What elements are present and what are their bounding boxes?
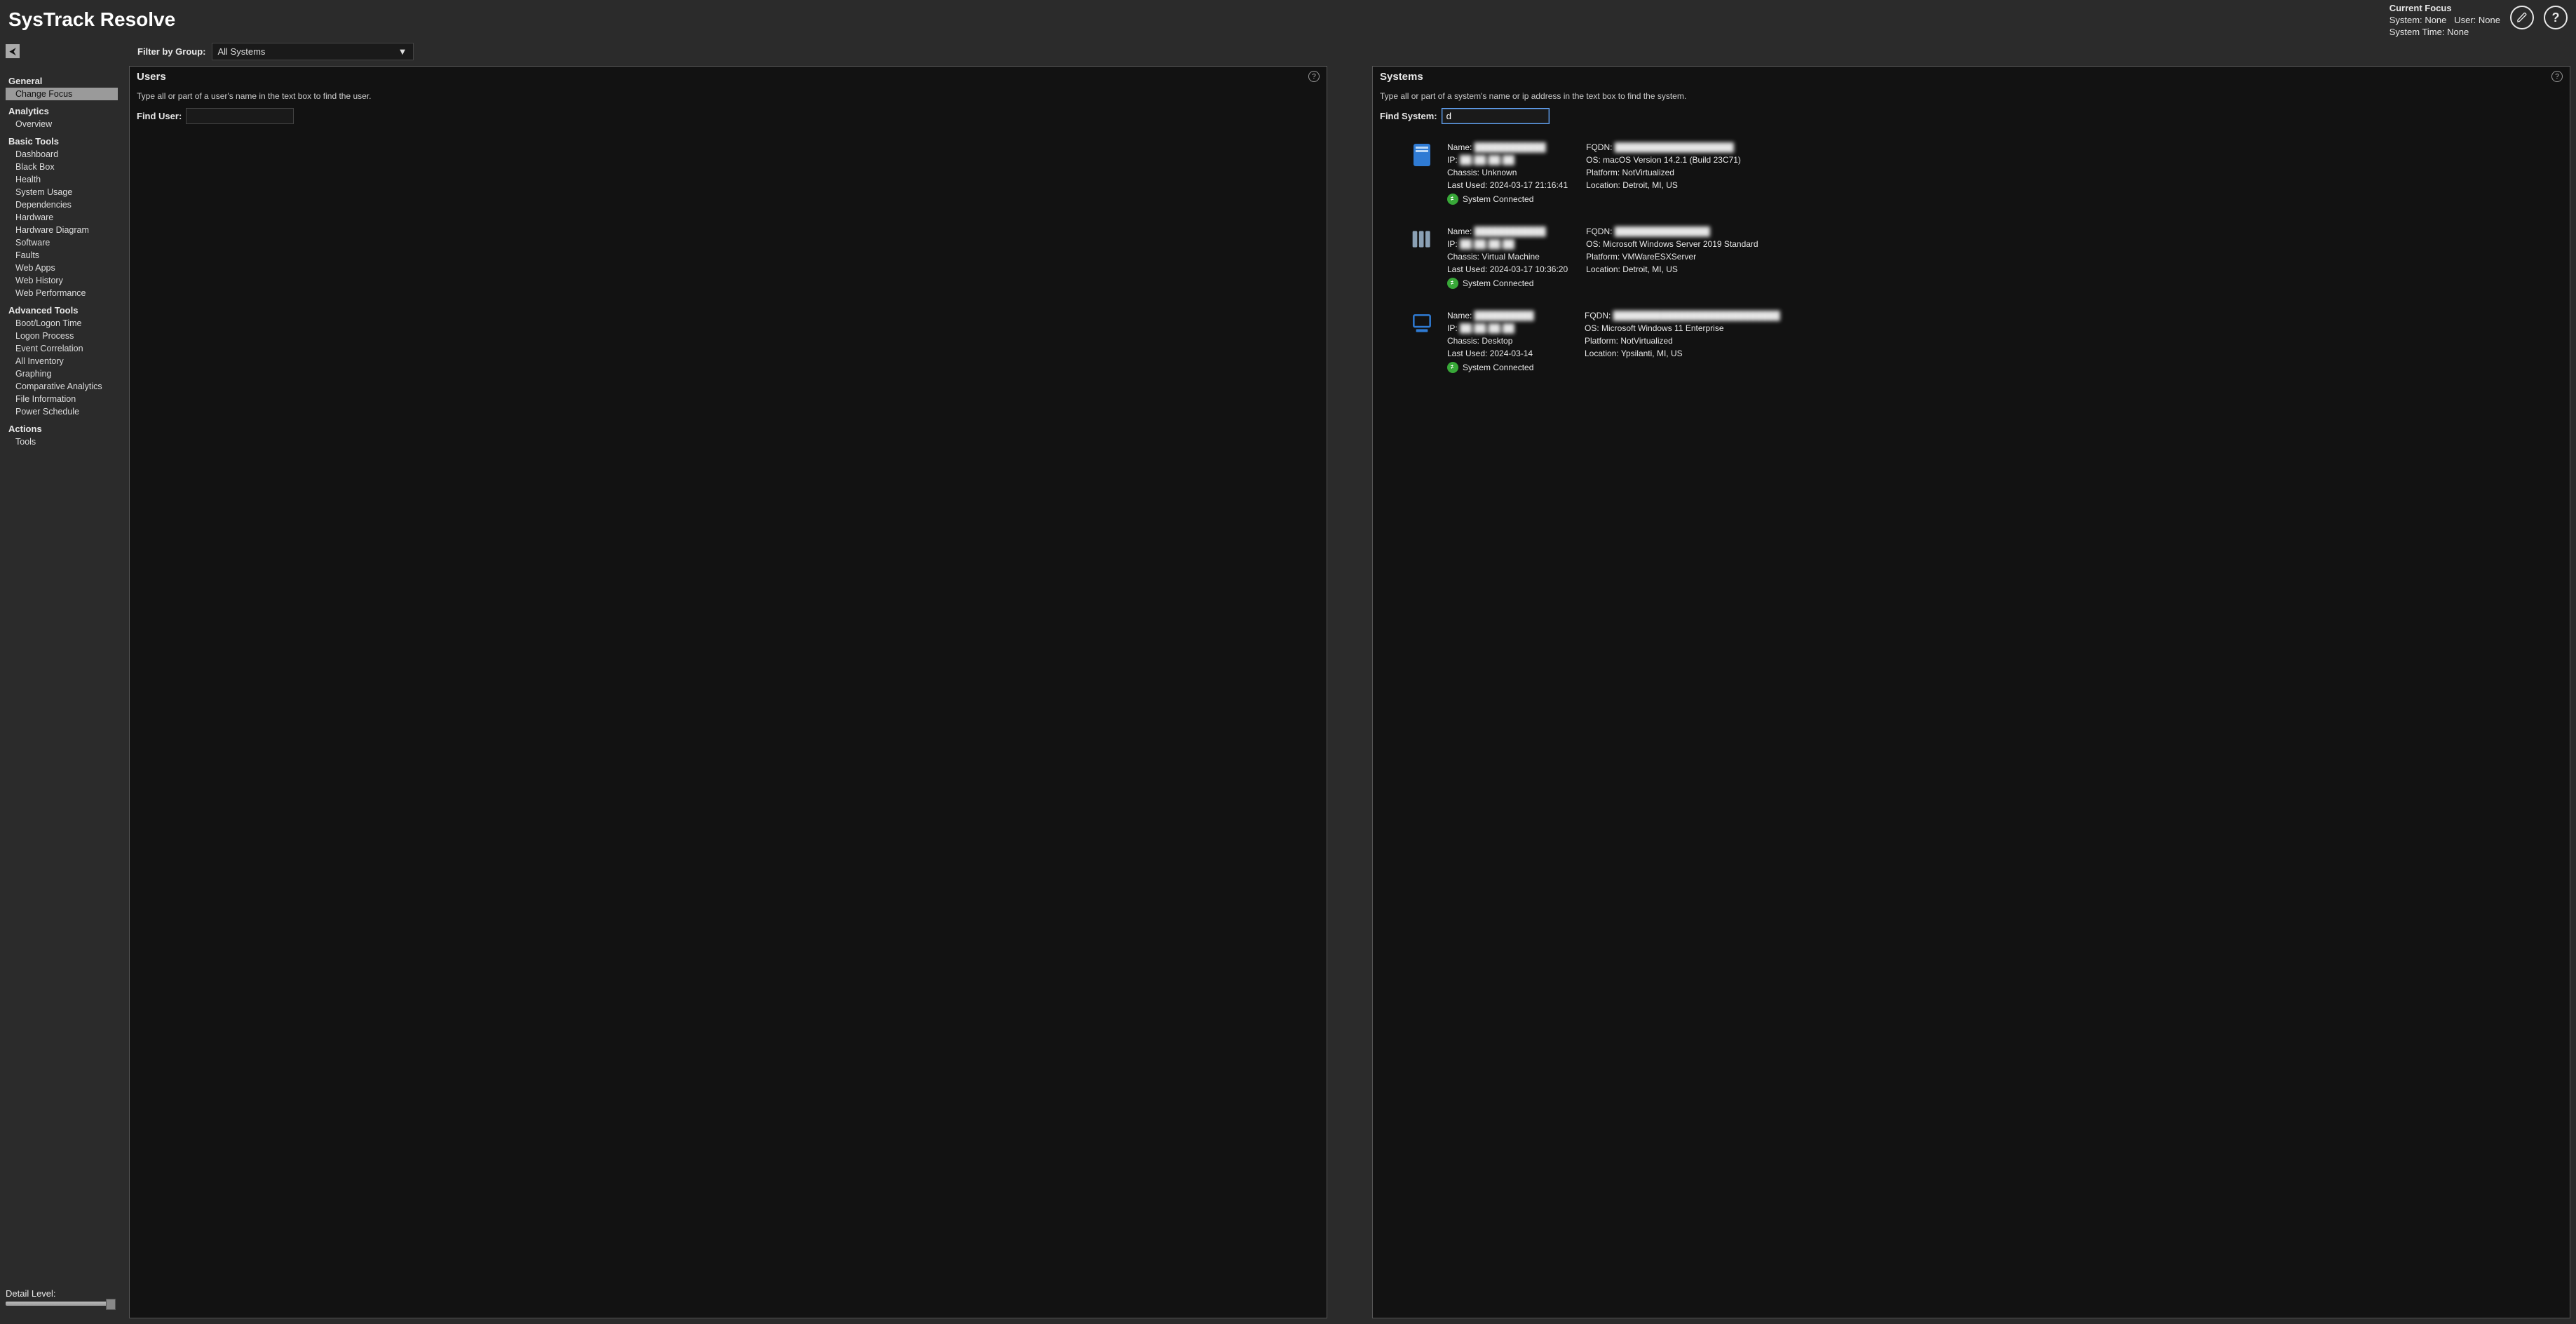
- status-text: System Connected: [1463, 193, 1533, 205]
- help-button[interactable]: ?: [2544, 6, 2568, 29]
- sidebar-group-title: Analytics: [8, 106, 118, 116]
- find-user-input[interactable]: [186, 108, 294, 124]
- device-desktop-icon: [1411, 311, 1432, 336]
- systems-panel-title: Systems: [1380, 71, 1423, 83]
- sidebar-item[interactable]: Overview: [6, 118, 118, 130]
- systems-panel: Systems Type all or part of a system's n…: [1372, 66, 2570, 1318]
- current-focus-title: Current Focus: [2389, 3, 2500, 15]
- sidebar-item[interactable]: Change Focus: [6, 88, 118, 100]
- sidebar-group-title: General: [8, 76, 118, 86]
- focus-systime-label: System Time:: [2389, 27, 2445, 37]
- current-focus-block: Current Focus System: None User: None Sy…: [2389, 3, 2500, 39]
- pencil-icon: [2516, 12, 2528, 23]
- sidebar-group-title: Basic Tools: [8, 136, 118, 147]
- sidebar-item[interactable]: System Usage: [6, 186, 118, 198]
- group-select[interactable]: All Systems ▼: [212, 43, 414, 60]
- edit-button[interactable]: [2510, 6, 2534, 29]
- system-result[interactable]: Name: ████████████IP: ██.██.██.██Chassis…: [1380, 134, 2563, 218]
- sidebar: General Change Focus Analytics Overview Basi…: [6, 66, 118, 1318]
- sidebar-item[interactable]: Dependencies: [6, 198, 118, 211]
- sidebar-item[interactable]: Software: [6, 236, 118, 249]
- status-connected-icon: [1447, 362, 1458, 373]
- sidebar-item[interactable]: Event Correlation: [6, 342, 118, 355]
- filter-label: Filter by Group:: [137, 46, 206, 57]
- find-user-label: Find User:: [137, 111, 182, 121]
- systems-hint: Type all or part of a system's name or i…: [1380, 91, 2563, 101]
- sidebar-item[interactable]: Tools: [6, 435, 118, 448]
- focus-systime-value: None: [2447, 27, 2469, 37]
- users-panel: Users Type all or part of a user's name …: [129, 66, 1327, 1318]
- sidebar-item[interactable]: File Information: [6, 393, 118, 405]
- chevron-left-bar-icon: ⮜: [10, 46, 16, 57]
- status-text: System Connected: [1463, 277, 1533, 290]
- sidebar-item[interactable]: Web History: [6, 274, 118, 287]
- sidebar-item[interactable]: All Inventory: [6, 355, 118, 367]
- status-connected-icon: [1447, 278, 1458, 289]
- group-select-value: All Systems: [218, 46, 266, 57]
- device-server-icon: [1411, 227, 1432, 252]
- sidebar-item[interactable]: Graphing: [6, 367, 118, 380]
- sidebar-item[interactable]: Dashboard: [6, 148, 118, 161]
- device-mac-icon: [1411, 142, 1432, 168]
- sidebar-item[interactable]: Faults: [6, 249, 118, 262]
- sidebar-item[interactable]: Health: [6, 173, 118, 186]
- find-system-input[interactable]: [1442, 108, 1550, 124]
- status-text: System Connected: [1463, 361, 1533, 374]
- sidebar-group-title: Advanced Tools: [8, 305, 118, 316]
- sidebar-item[interactable]: Hardware Diagram: [6, 224, 118, 236]
- system-result[interactable]: Name: ████████████IP: ██.██.██.██Chassis…: [1380, 218, 2563, 302]
- sidebar-item[interactable]: Hardware: [6, 211, 118, 224]
- sidebar-collapse-button[interactable]: ⮜: [6, 44, 20, 58]
- sidebar-group-title: Actions: [8, 424, 118, 434]
- slider-thumb-icon: [106, 1299, 116, 1310]
- users-hint: Type all or part of a user's name in the…: [137, 91, 1320, 101]
- focus-user-label: User:: [2454, 15, 2476, 25]
- sidebar-item[interactable]: Comparative Analytics: [6, 380, 118, 393]
- sidebar-item[interactable]: Logon Process: [6, 330, 118, 342]
- users-panel-help[interactable]: [1308, 71, 1320, 82]
- sidebar-item[interactable]: Web Apps: [6, 262, 118, 274]
- status-connected-icon: [1447, 194, 1458, 205]
- detail-level-slider[interactable]: [6, 1302, 114, 1306]
- systems-panel-help[interactable]: [2551, 71, 2563, 82]
- detail-level-label: Detail Level:: [6, 1288, 118, 1299]
- sidebar-item[interactable]: Boot/Logon Time: [6, 317, 118, 330]
- sidebar-item[interactable]: Power Schedule: [6, 405, 118, 418]
- users-panel-title: Users: [137, 71, 166, 83]
- focus-user-value: None: [2479, 15, 2500, 25]
- system-result[interactable]: Name: ██████████IP: ██.██.██.██Chassis: …: [1380, 302, 2563, 386]
- chevron-down-icon: ▼: [398, 46, 407, 57]
- find-system-label: Find System:: [1380, 111, 1437, 121]
- focus-system-label: System:: [2389, 15, 2422, 25]
- sidebar-item[interactable]: Web Performance: [6, 287, 118, 299]
- sidebar-item[interactable]: Black Box: [6, 161, 118, 173]
- app-title: SysTrack Resolve: [8, 8, 175, 31]
- question-icon: ?: [2552, 11, 2560, 25]
- focus-system-value: None: [2425, 15, 2446, 25]
